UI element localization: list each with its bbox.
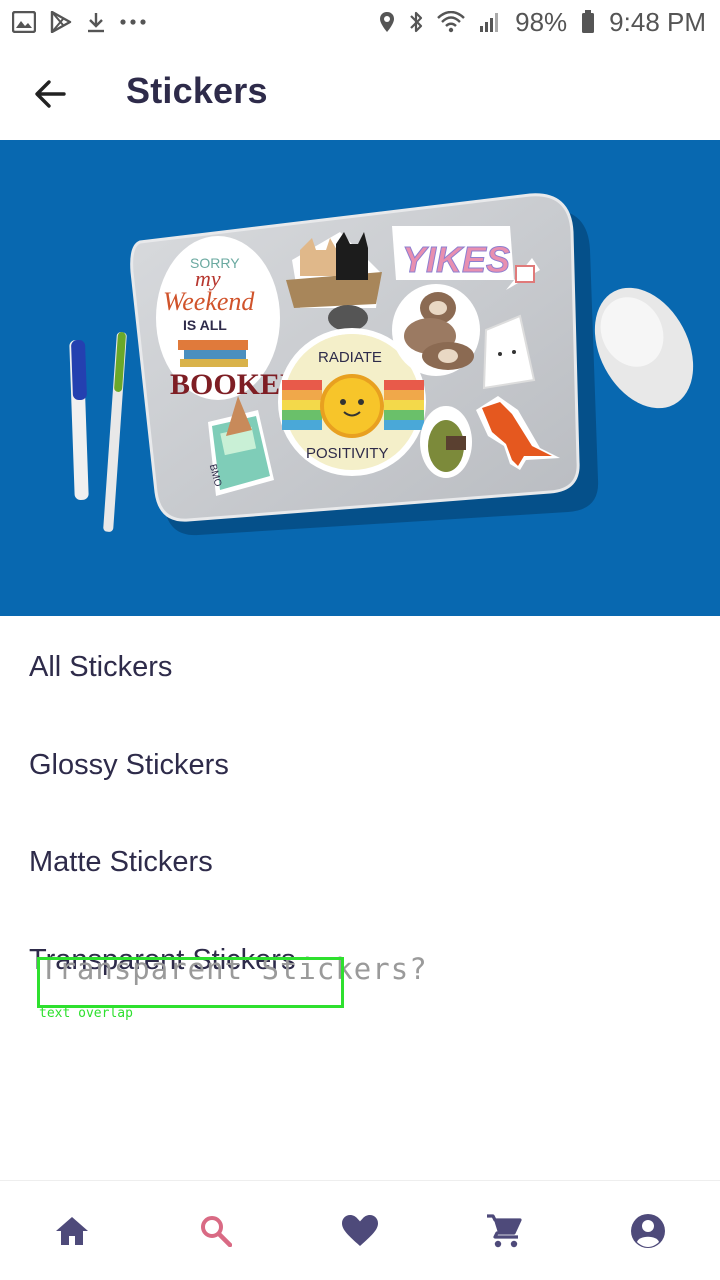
nav-cart[interactable]	[464, 1191, 544, 1271]
yikes-sticker: YIKES	[392, 226, 514, 281]
search-icon	[201, 1215, 232, 1247]
green-dino-sticker	[420, 406, 472, 478]
signal-icon	[479, 11, 501, 33]
hero-banner-image: SORRY my Weekend IS ALL BOOKED YIKES RAD…	[0, 140, 720, 616]
heart-icon	[342, 1214, 378, 1246]
account-icon	[631, 1213, 665, 1248]
nav-account[interactable]	[608, 1191, 688, 1271]
sticker-text-is-all: IS ALL	[183, 317, 227, 333]
page-title: Stickers	[126, 70, 268, 111]
nav-search[interactable]	[176, 1191, 256, 1271]
nav-favorites[interactable]	[320, 1191, 400, 1271]
back-button[interactable]	[30, 74, 70, 114]
sticker-text-weekend: Weekend	[163, 287, 255, 316]
sticker-text-radiate: RADIATE	[318, 349, 382, 366]
status-bar: 98% 9:48 PM	[0, 0, 720, 44]
status-bar-left	[12, 11, 146, 33]
mouse	[594, 287, 694, 409]
overlay-label: text overlap	[39, 1006, 133, 1021]
app-bar: Stickers	[0, 44, 720, 140]
blue-pen	[69, 339, 89, 500]
laptop-stickers-illustration: SORRY my Weekend IS ALL BOOKED YIKES RAD…	[69, 193, 694, 536]
more-dots-icon	[120, 18, 146, 26]
sticker-text-positivity: POSITIVITY	[306, 445, 389, 462]
bluetooth-icon	[409, 10, 423, 34]
location-icon	[379, 11, 395, 33]
status-bar-right: 98% 9:48 PM	[379, 7, 706, 38]
battery-icon	[581, 10, 595, 34]
nav-home[interactable]	[32, 1191, 112, 1271]
sticker-text-yikes: YIKES	[402, 239, 510, 280]
menu-item-glossy-stickers[interactable]: Glossy Stickers	[0, 716, 720, 814]
sloths-sticker	[392, 284, 480, 376]
play-store-icon	[50, 11, 72, 33]
battery-percent: 98%	[515, 6, 568, 37]
gallery-icon	[12, 11, 36, 33]
home-icon	[56, 1216, 88, 1245]
overlay-highlight-box	[37, 957, 344, 1008]
menu-item-matte-stickers[interactable]: Matte Stickers	[0, 813, 720, 911]
arrow-back-icon	[35, 80, 66, 108]
clock: 9:48 PM	[609, 6, 706, 37]
cart-icon	[487, 1213, 522, 1247]
download-icon	[86, 11, 106, 33]
menu-item-all-stickers[interactable]: All Stickers	[0, 618, 720, 716]
bottom-navigation	[0, 1180, 720, 1280]
wifi-icon	[437, 11, 465, 33]
green-pen	[103, 332, 127, 532]
